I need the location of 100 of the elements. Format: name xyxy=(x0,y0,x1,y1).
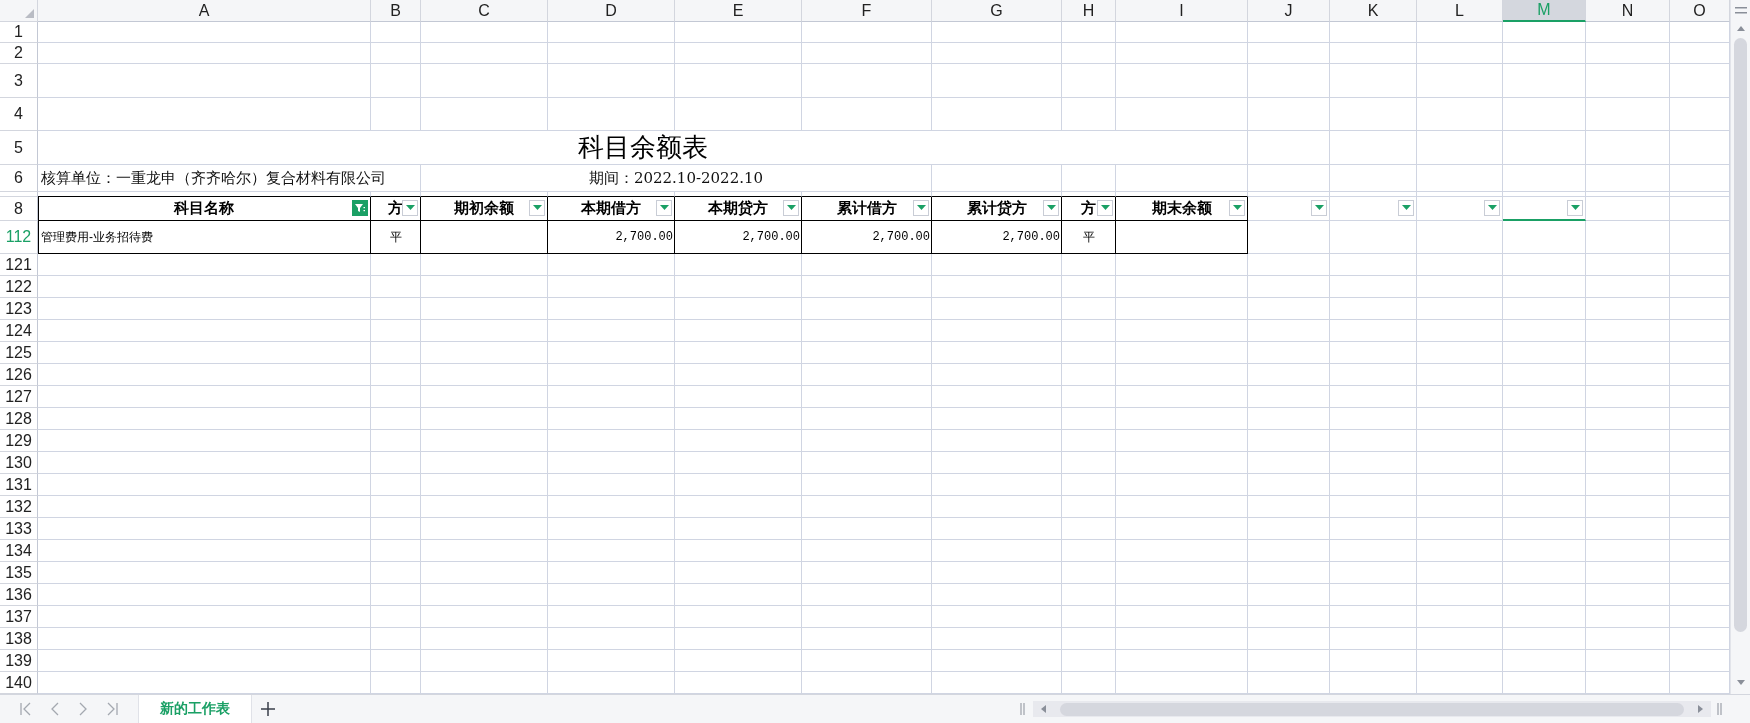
grid-cell[interactable]: 科目余额表 xyxy=(38,131,1248,165)
grid-cell[interactable]: 方 xyxy=(1062,197,1116,221)
column-header[interactable]: L xyxy=(1417,0,1503,22)
select-all-icon[interactable] xyxy=(25,9,34,18)
split-icon[interactable] xyxy=(1735,7,1747,15)
column-header[interactable]: B xyxy=(371,0,421,22)
grid-cell[interactable]: 期初余额 xyxy=(421,197,548,221)
dropdown-button[interactable] xyxy=(402,200,418,216)
previous-sheet-icon[interactable] xyxy=(50,702,60,716)
dropdown-button[interactable] xyxy=(1567,200,1583,216)
column-header[interactable]: O xyxy=(1670,0,1730,22)
dropdown-button[interactable] xyxy=(1097,200,1113,216)
row-header[interactable]: 134 xyxy=(0,540,38,562)
grid-cell[interactable]: 管理费用-业务招待费 xyxy=(38,221,371,254)
dropdown-button[interactable] xyxy=(913,200,929,216)
row-header[interactable]: 5 xyxy=(0,131,38,165)
scroll-left-icon[interactable] xyxy=(1041,705,1046,713)
splitter-icon[interactable] xyxy=(1717,703,1722,715)
row-header[interactable]: 138 xyxy=(0,628,38,650)
grid-cell[interactable]: 本期借方 xyxy=(548,197,675,221)
column-header[interactable]: D xyxy=(548,0,675,22)
row-header[interactable]: 132 xyxy=(0,496,38,518)
column-header[interactable]: E xyxy=(675,0,802,22)
grid-cell[interactable]: 平 xyxy=(1062,221,1116,254)
grid-cell[interactable]: 2,700.00 xyxy=(548,221,675,254)
add-sheet-icon[interactable] xyxy=(260,701,276,717)
row-header[interactable]: 136 xyxy=(0,584,38,606)
dropdown-button[interactable] xyxy=(1484,200,1500,216)
row-header[interactable]: 133 xyxy=(0,518,38,540)
scroll-up-icon[interactable] xyxy=(1737,26,1745,31)
filter-button[interactable] xyxy=(352,200,368,216)
splitter-icon[interactable] xyxy=(1020,703,1025,715)
dropdown-button[interactable] xyxy=(656,200,672,216)
row-header[interactable]: 123 xyxy=(0,298,38,320)
column-header[interactable]: I xyxy=(1116,0,1248,22)
grid-cell[interactable]: 2,700.00 xyxy=(802,221,932,254)
row-header[interactable]: 137 xyxy=(0,606,38,628)
vertical-scrollbar[interactable] xyxy=(1730,0,1750,694)
grid-cell[interactable]: 期间：2022.10-2022.10 xyxy=(421,165,932,192)
grid-cell[interactable]: 累计贷方 xyxy=(932,197,1062,221)
horizontal-scrollbar[interactable] xyxy=(1033,701,1711,717)
grid-cell[interactable]: 本期贷方 xyxy=(675,197,802,221)
dropdown-button[interactable] xyxy=(529,200,545,216)
caret-icon xyxy=(1570,205,1580,211)
row-header[interactable]: 1 xyxy=(0,22,38,43)
column-header[interactable]: K xyxy=(1330,0,1417,22)
row-header[interactable]: 125 xyxy=(0,342,38,364)
header-corner[interactable] xyxy=(0,0,38,22)
last-sheet-icon[interactable] xyxy=(106,702,118,716)
grid-cell[interactable]: 2,700.00 xyxy=(932,221,1062,254)
row-header[interactable]: 139 xyxy=(0,650,38,672)
row-header[interactable] xyxy=(0,192,38,197)
column-header[interactable]: G xyxy=(932,0,1062,22)
row-header[interactable]: 127 xyxy=(0,386,38,408)
report-title: 科目余额表 xyxy=(577,131,708,164)
table-cell: 2,700.00 xyxy=(872,230,930,244)
dropdown-button[interactable] xyxy=(1043,200,1059,216)
caret-icon xyxy=(1046,205,1056,211)
first-sheet-icon[interactable] xyxy=(20,702,32,716)
scrollbar-thumb[interactable] xyxy=(1734,38,1747,632)
column-header[interactable]: J xyxy=(1248,0,1330,22)
grid-cell[interactable]: 科目名称 xyxy=(38,197,371,221)
row-header[interactable]: 2 xyxy=(0,43,38,64)
dropdown-button[interactable] xyxy=(1311,200,1327,216)
row-header[interactable]: 3 xyxy=(0,64,38,98)
row-header[interactable]: 4 xyxy=(0,98,38,131)
scroll-right-icon[interactable] xyxy=(1698,705,1703,713)
dropdown-button[interactable] xyxy=(1398,200,1414,216)
scroll-down-icon[interactable] xyxy=(1737,680,1745,685)
row-header[interactable]: 130 xyxy=(0,452,38,474)
row-header[interactable]: 135 xyxy=(0,562,38,584)
next-sheet-icon[interactable] xyxy=(78,702,88,716)
column-header[interactable]: N xyxy=(1586,0,1670,22)
row-header[interactable]: 131 xyxy=(0,474,38,496)
dropdown-button[interactable] xyxy=(1229,200,1245,216)
grid-cell[interactable]: 方 xyxy=(371,197,421,221)
row-header[interactable]: 124 xyxy=(0,320,38,342)
column-title: 累计借方 xyxy=(836,199,897,218)
filter-icon xyxy=(354,202,366,214)
row-header[interactable]: 140 xyxy=(0,672,38,694)
column-title: 本期贷方 xyxy=(708,199,768,218)
row-header[interactable]: 8 xyxy=(0,197,38,221)
column-header[interactable]: A xyxy=(38,0,371,22)
grid-cell[interactable]: 核算单位：一重龙申（齐齐哈尔）复合材料有限公司 xyxy=(38,165,421,192)
dropdown-button[interactable] xyxy=(783,200,799,216)
row-header[interactable]: 6 xyxy=(0,165,38,192)
column-header[interactable]: C xyxy=(421,0,548,22)
grid-cell[interactable]: 累计借方 xyxy=(802,197,932,221)
scrollbar-thumb[interactable] xyxy=(1060,702,1684,716)
row-header[interactable]: 121 xyxy=(0,254,38,276)
grid-cell[interactable]: 期末余额 xyxy=(1116,197,1248,221)
row-header[interactable]: 128 xyxy=(0,408,38,430)
column-title: 期初余额 xyxy=(454,199,514,218)
column-header[interactable]: H xyxy=(1062,0,1116,22)
grid-cell[interactable]: 平 xyxy=(371,221,421,254)
row-header[interactable]: 126 xyxy=(0,364,38,386)
row-header[interactable]: 122 xyxy=(0,276,38,298)
column-header[interactable]: F xyxy=(802,0,932,22)
grid-cell[interactable]: 2,700.00 xyxy=(675,221,802,254)
row-header[interactable]: 129 xyxy=(0,430,38,452)
